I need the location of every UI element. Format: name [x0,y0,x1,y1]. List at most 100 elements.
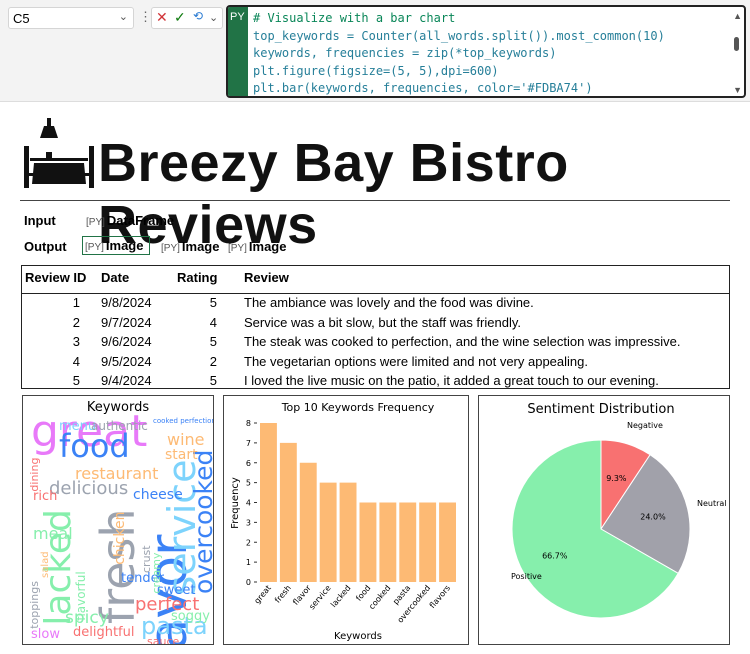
input-type: DataFrame [106,213,175,228]
python-code-editor[interactable]: PY # Visualize with a bar chart top_keywo… [226,5,746,98]
table-cell[interactable]: 5 [177,295,217,310]
scroll-up-icon[interactable]: ▲ [733,11,742,21]
pie-label: Negative [627,421,663,430]
wordcloud-image[interactable]: Keywords great flavor fresh service lacked fo… [22,395,214,645]
table-cell[interactable]: 4 [22,354,80,369]
py-badge: PY [228,7,248,96]
table-cell[interactable]: 5 [177,334,217,349]
x-tick-label: fresh [273,584,293,605]
scrollbar-thumb[interactable] [734,37,739,51]
wordcloud-word: cooked perfection [153,417,214,425]
y-tick-label: 6 [246,459,251,468]
bar-chart: Top 10 Keywords Frequency Keywords Frequ… [230,401,456,642]
wordcloud-word: flavorful [74,571,88,621]
table-cell[interactable]: The ambiance was lovely and the food was… [244,295,534,310]
wordcloud-word: dining [28,457,41,492]
header-divider [22,293,729,294]
python-output-icon[interactable]: ⟲ [193,9,203,23]
x-tick-label: great [252,584,272,606]
pie-label: Neutral [697,499,727,508]
table-cell[interactable]: 9/7/2024 [101,315,152,330]
column-header[interactable]: Review [244,270,289,285]
reviews-table: Review ID Date Rating Review 1 9/8/2024 5 T… [21,265,730,389]
python-icon: [PY] [228,243,247,254]
table-cell[interactable]: 9/8/2024 [101,295,152,310]
column-header[interactable]: Review ID [25,270,86,285]
bar-chart-image[interactable]: Top 10 Keywords Frequency Keywords Frequ… [223,395,469,645]
y-tick-label: 1 [246,558,251,567]
y-axis-label: Frequency [230,477,241,529]
table-cell[interactable]: The vegetarian options were limited and … [244,354,588,369]
wordcloud-word: delightful [73,625,135,640]
pie-chart-image[interactable]: Sentiment Distribution 9.3% Negative 24.0%… [478,395,730,645]
table-cell[interactable]: I loved the live music on the patio, it … [244,373,659,388]
wordcloud-word: slow [31,627,60,642]
column-header[interactable]: Rating [177,270,217,285]
wordcloud-word: chicken [112,511,128,565]
table-cell[interactable]: 9/4/2024 [101,373,152,388]
y-tick-label: 7 [246,439,251,448]
input-label: Input [24,213,56,228]
wordcloud-word: crust [140,545,153,573]
output-cell-selected[interactable]: [PY] Image [82,236,151,255]
wordcloud-word: rich [33,489,58,504]
wordcloud-word: authentic [91,419,148,433]
bar [399,502,417,582]
code-line: plt.figure(figsize=(5, 5),dpi=600) [253,63,499,78]
cell-reference: C5 [13,11,30,26]
y-tick-label: 8 [246,419,251,428]
wordcloud-word: food [59,427,130,465]
pie-chart: Sentiment Distribution 9.3% Negative 24.0%… [511,402,727,619]
name-box[interactable]: C5 ⌄ [8,7,134,29]
table-cell[interactable]: Service was a bit slow, but the staff wa… [244,315,521,330]
y-tick-label: 0 [246,578,251,587]
table-cell[interactable]: The steak was cooked to perfection, and … [244,334,680,349]
bar [319,482,337,582]
x-tick-label: cooked [367,584,392,612]
table-cell[interactable]: 1 [22,295,80,310]
table-cell[interactable]: 2 [177,354,217,369]
output-type: Image [105,238,144,253]
chevron-down-icon[interactable]: ⌄ [209,11,218,24]
x-tick-label: flavors [428,584,452,610]
table-cell[interactable]: 5 [22,373,80,388]
y-tick-label: 4 [246,499,251,508]
wordcloud-word: sauce [147,635,180,645]
wordcloud-word: overcooked [189,449,214,594]
bar [279,442,297,582]
divider [20,200,730,201]
python-icon: [PY] [85,242,104,253]
python-icon: [PY] [161,243,180,254]
input-value[interactable]: [PY] DataFrame [86,213,174,228]
x-tick-label: service [307,583,332,611]
y-tick-label: 3 [246,518,251,527]
x-tick-label: food [354,584,372,603]
x-icon[interactable]: ✕ [156,9,168,26]
check-icon[interactable]: ✓ [174,9,186,26]
column-header[interactable]: Date [101,270,129,285]
table-cell[interactable]: 2 [22,315,80,330]
wordcloud-word: salad [40,551,51,578]
output-cell[interactable]: [PY] Image [161,239,219,254]
output-label: Output [24,239,67,254]
output-cell[interactable]: [PY] Image [228,239,286,254]
bar [439,502,456,582]
formula-buttons: ✕ ✓ ⟲ ⌄ [151,7,223,29]
x-axis-label: Keywords [334,631,382,642]
wordcloud-word: toppings [28,581,41,629]
code-text[interactable]: # Visualize with a bar chart top_keywords… [253,10,665,96]
table-cell[interactable]: 5 [177,373,217,388]
python-icon: [PY] [86,217,105,228]
output-type: Image [181,239,220,254]
pie-pct-label: 24.0% [640,513,666,522]
chart-title: Top 10 Keywords Frequency [281,401,435,414]
y-tick-label: 5 [246,479,251,488]
table-cell[interactable]: 9/6/2024 [101,334,152,349]
y-tick-label: 2 [246,538,251,547]
scroll-down-icon[interactable]: ▼ [733,85,742,95]
wordcloud-word: meal [33,524,73,543]
table-cell[interactable]: 4 [177,315,217,330]
table-cell[interactable]: 3 [22,334,80,349]
table-cell[interactable]: 9/5/2024 [101,354,152,369]
chevron-down-icon[interactable]: ⌄ [119,10,128,23]
